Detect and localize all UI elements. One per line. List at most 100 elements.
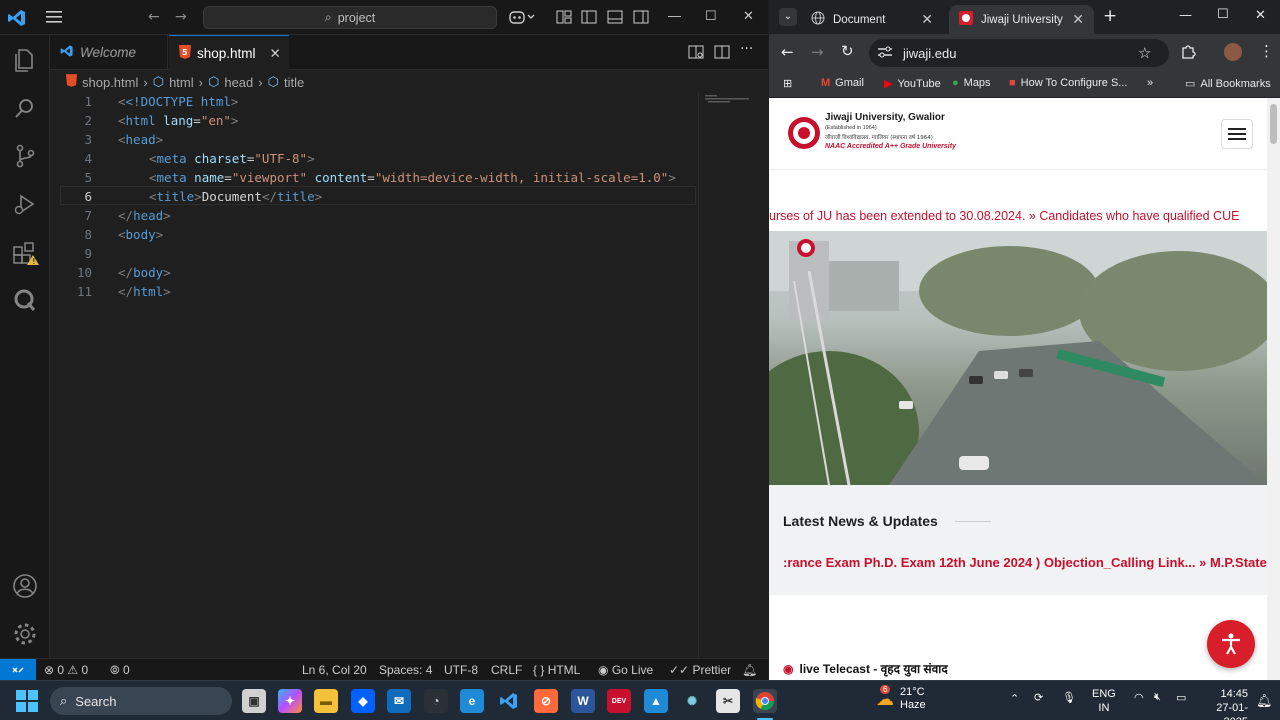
- forward-arrow-icon[interactable]: →: [811, 43, 824, 61]
- taskbar-clock[interactable]: 14:4527-01-2025: [1212, 687, 1248, 720]
- notifications-bell-icon[interactable]: 🔔︎: [742, 663, 757, 677]
- tab-shop-html[interactable]: 5 shop.html ✕: [169, 35, 289, 71]
- problems-indicator[interactable]: ⊗ 0 ⚠ 0: [44, 663, 88, 677]
- forward-arrow-icon[interactable]: →: [175, 9, 187, 25]
- breadcrumb-head[interactable]: head: [224, 75, 253, 90]
- prettier-status[interactable]: ✓✓ Prettier: [669, 663, 731, 677]
- address-bar[interactable]: jiwaji.edu: [869, 39, 1169, 67]
- tab-search-chevron-icon[interactable]: ⌄: [779, 8, 797, 26]
- apps-grid-icon[interactable]: ⊞: [783, 77, 792, 90]
- webpage-viewport[interactable]: Jiwaji University, Gwalior (Established …: [769, 98, 1267, 680]
- clock-app-icon[interactable]: ◔: [424, 689, 448, 713]
- photos-icon[interactable]: ▲: [644, 689, 668, 713]
- go-live-button[interactable]: ◉ Go Live: [598, 663, 653, 677]
- open-preview-icon[interactable]: [688, 44, 704, 64]
- line-ending[interactable]: CRLF: [491, 663, 522, 677]
- breadcrumb-file[interactable]: shop.html: [82, 75, 138, 90]
- tab-close-icon[interactable]: ✕: [270, 46, 281, 62]
- settings-gear-icon[interactable]: [12, 621, 38, 651]
- new-tab-plus-icon[interactable]: +: [1103, 6, 1117, 26]
- close-icon[interactable]: ✕: [1255, 8, 1266, 23]
- minimap[interactable]: [698, 92, 758, 658]
- encoding[interactable]: UTF-8: [444, 663, 478, 677]
- code-editor[interactable]: 1 2 3 4 5 6 7 8 9 10 11 <<!DOCTYPE html>…: [50, 92, 698, 658]
- bookmark-gmail[interactable]: M Gmail: [821, 77, 864, 89]
- command-center-search[interactable]: ⌕ project: [203, 6, 497, 29]
- copilot-icon[interactable]: ✦: [278, 689, 302, 713]
- page-scrollbar[interactable]: [1267, 98, 1280, 680]
- remote-indicator[interactable]: [0, 659, 36, 681]
- toggle-secondary-sidebar-icon[interactable]: [633, 9, 649, 29]
- close-icon[interactable]: ✕: [743, 8, 754, 24]
- bookmark-how-to-configure[interactable]: ■ How To Configure S...: [1009, 77, 1127, 89]
- copilot-icon[interactable]: [509, 9, 535, 29]
- profile-avatar[interactable]: [1224, 43, 1242, 61]
- accessibility-button[interactable]: [1207, 620, 1255, 668]
- hamburger-menu-icon[interactable]: [1221, 119, 1253, 149]
- bookmark-star-icon[interactable]: ☆: [1138, 44, 1151, 62]
- network-app-icon[interactable]: ✺: [680, 689, 704, 713]
- remote-explorer-icon[interactable]: [12, 287, 38, 317]
- indentation[interactable]: Spaces: 4: [379, 663, 432, 677]
- announcement-ticker[interactable]: urses of JU has been extended to 30.08.2…: [769, 202, 1267, 230]
- microphone-icon[interactable]: 🎙︎: [1062, 691, 1076, 704]
- bookmark-maps[interactable]: ● Maps: [952, 77, 991, 89]
- language-indicator[interactable]: ENG IN: [1092, 687, 1116, 715]
- extensions-icon[interactable]: !: [12, 239, 42, 273]
- windows-start-icon[interactable]: [16, 690, 38, 717]
- chrome-taskbar-icon[interactable]: [753, 689, 777, 713]
- dev-app-icon[interactable]: DEV: [607, 689, 631, 713]
- chrome-menu-icon[interactable]: ⋮: [1259, 42, 1274, 60]
- chrome-tab-document[interactable]: Document ✕: [801, 5, 943, 34]
- toggle-primary-sidebar-icon[interactable]: [581, 9, 597, 29]
- file-explorer-icon[interactable]: ▬: [314, 689, 338, 713]
- university-seal-logo[interactable]: [787, 116, 821, 154]
- snipping-tool-icon[interactable]: ✂: [716, 689, 740, 713]
- toggle-panel-icon[interactable]: [607, 9, 623, 29]
- live-telecast-item[interactable]: ◉ live Telecast - वृहद युवा संवाद: [783, 660, 948, 677]
- volume-muted-icon[interactable]: 🔇︎: [1154, 691, 1161, 704]
- battery-icon[interactable]: ▭: [1176, 691, 1186, 704]
- back-arrow-icon[interactable]: ←: [781, 43, 794, 61]
- maximize-icon[interactable]: ☐: [1217, 7, 1229, 22]
- taskbar-search-box[interactable]: ⌕ Search: [50, 687, 232, 715]
- bookmark-youtube[interactable]: ▶ YouTube: [884, 77, 941, 91]
- language-mode[interactable]: { } HTML: [533, 663, 580, 677]
- customize-layout-icon[interactable]: [556, 9, 572, 29]
- run-debug-icon[interactable]: [12, 191, 38, 221]
- tab-close-icon[interactable]: ✕: [921, 11, 933, 28]
- chrome-tab-jiwaji[interactable]: Jiwaji University ✕: [949, 5, 1094, 34]
- more-actions-icon[interactable]: ···: [740, 41, 753, 57]
- news-ticker[interactable]: :rance Exam Ph.D. Exam 12th June 2024 ) …: [783, 555, 1267, 570]
- reload-icon[interactable]: ↻: [841, 42, 854, 60]
- notifications-bell-icon[interactable]: 🔔︎: [1256, 693, 1273, 709]
- bookmarks-overflow-icon[interactable]: »: [1147, 77, 1153, 89]
- hamburger-menu-icon[interactable]: [44, 8, 64, 30]
- vscode-taskbar-icon[interactable]: [497, 689, 521, 713]
- breadcrumb-title[interactable]: title: [284, 75, 304, 90]
- show-hidden-icons-chevron-icon[interactable]: ⌃: [1010, 692, 1019, 705]
- minimize-icon[interactable]: —: [668, 8, 681, 23]
- site-info-icon[interactable]: [877, 45, 893, 62]
- extensions-puzzle-icon[interactable]: [1180, 43, 1196, 63]
- explorer-icon[interactable]: [12, 47, 38, 77]
- split-editor-icon[interactable]: [714, 44, 730, 64]
- wifi-icon[interactable]: ◠: [1134, 691, 1144, 704]
- word-icon[interactable]: W: [571, 689, 595, 713]
- postman-icon[interactable]: ⊘: [534, 689, 558, 713]
- sync-icon[interactable]: ⟳: [1034, 691, 1043, 704]
- minimize-icon[interactable]: —: [1179, 8, 1192, 23]
- search-icon[interactable]: [12, 95, 38, 125]
- cursor-position[interactable]: Ln 6, Col 20: [302, 663, 367, 677]
- task-view-icon[interactable]: ▣: [242, 689, 266, 713]
- maximize-icon[interactable]: ☐: [705, 8, 717, 24]
- weather-widget[interactable]: ☁ 6 21°C Haze: [876, 684, 926, 712]
- all-bookmarks-button[interactable]: ▭ All Bookmarks: [1185, 77, 1271, 91]
- source-control-icon[interactable]: [12, 143, 38, 173]
- edge-icon[interactable]: e: [460, 689, 484, 713]
- tab-close-icon[interactable]: ✕: [1072, 11, 1084, 28]
- back-arrow-icon[interactable]: ←: [148, 9, 160, 25]
- tab-welcome[interactable]: Welcome: [50, 35, 168, 70]
- dropbox-icon[interactable]: ◆: [351, 689, 375, 713]
- breadcrumb-html[interactable]: html: [169, 75, 194, 90]
